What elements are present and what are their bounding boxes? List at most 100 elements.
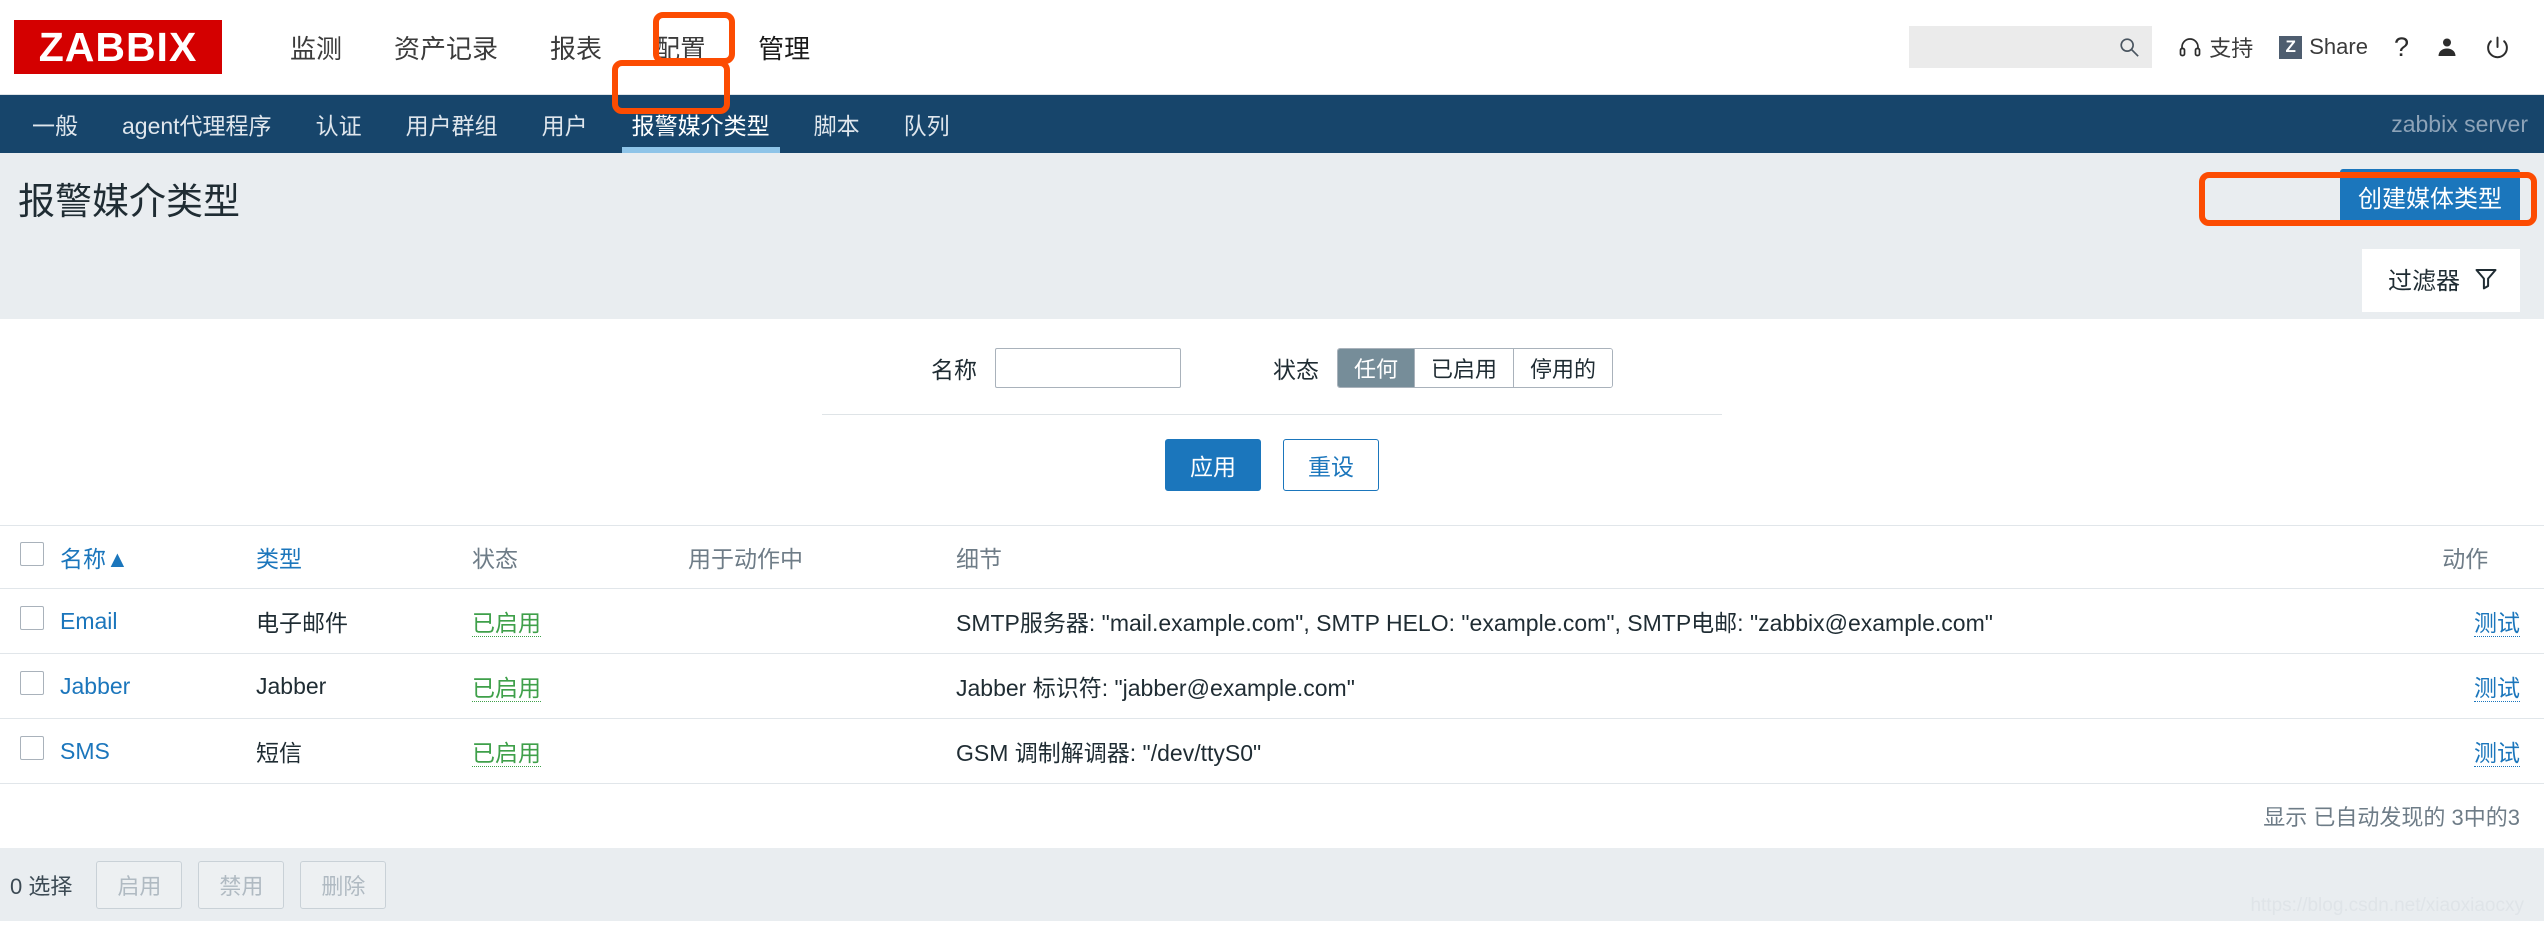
mainnav-item-reports[interactable]: 报表 — [524, 17, 628, 78]
mainnav-item-inventory[interactable]: 资产记录 — [368, 17, 524, 78]
column-header-type[interactable]: 类型 — [250, 526, 466, 589]
table-row: Jabber Jabber 已启用 Jabber 标识符: "jabber@ex… — [0, 653, 2544, 719]
test-link[interactable]: 测试 — [2474, 675, 2520, 702]
row-actions-cell: 测试 — [2436, 718, 2544, 784]
row-details-cell: Jabber 标识符: "jabber@example.com" — [950, 653, 2437, 719]
share-link[interactable]: Z Share — [2279, 34, 2368, 60]
main-navigation: 监测 资产记录 报表 配置 管理 — [264, 17, 836, 78]
media-types-table: 名称▲ 类型 状态 用于动作中 细节 动作 Email 电子邮件 已启用 SMT… — [0, 526, 2544, 784]
row-name-cell: SMS — [54, 718, 250, 784]
row-checkbox[interactable] — [20, 606, 44, 630]
subnav-item-scripts[interactable]: 脚本 — [792, 95, 882, 153]
table-row: SMS 短信 已启用 GSM 调制解调器: "/dev/ttyS0" 测试 — [0, 718, 2544, 784]
row-name-cell: Jabber — [54, 653, 250, 719]
subnav-item-queue[interactable]: 队列 — [882, 95, 972, 153]
filter-status-radio-group: 任何 已启用 停用的 — [1336, 348, 1614, 388]
page-title: 报警媒介类型 — [18, 181, 240, 222]
filter-name-label: 名称 — [930, 357, 977, 383]
row-used-in-actions-cell — [682, 588, 950, 654]
header-right-tools: 支持 Z Share ? — [1909, 26, 2510, 68]
row-status-cell: 已启用 — [466, 653, 682, 719]
search-icon[interactable] — [2118, 36, 2140, 58]
select-all-header — [0, 526, 54, 589]
mainnav-item-configuration[interactable]: 配置 — [628, 17, 732, 78]
status-badge[interactable]: 已启用 — [472, 740, 541, 767]
search-input[interactable] — [1909, 26, 2113, 68]
support-label: 支持 — [2209, 36, 2254, 61]
filter-divider — [822, 414, 1722, 415]
table-head: 名称▲ 类型 状态 用于动作中 细节 动作 — [0, 526, 2544, 589]
test-link[interactable]: 测试 — [2474, 610, 2520, 637]
page-header: 报警媒介类型 创建媒体类型 — [0, 153, 2544, 239]
global-search[interactable] — [1909, 26, 2153, 68]
row-status-cell: 已启用 — [466, 588, 682, 654]
mainnav-item-administration[interactable]: 管理 — [732, 17, 836, 78]
user-icon — [2438, 38, 2456, 56]
bulk-delete-button[interactable]: 删除 — [300, 860, 387, 909]
row-actions-cell: 测试 — [2436, 588, 2544, 654]
table-header-row: 名称▲ 类型 状态 用于动作中 细节 动作 — [0, 526, 2544, 589]
create-media-type-button[interactable]: 创建媒体类型 — [2340, 169, 2520, 224]
subnav-item-user-groups[interactable]: 用户群组 — [384, 95, 520, 153]
row-status-cell: 已启用 — [466, 718, 682, 784]
filter-fields-row: 名称 状态 任何 已启用 停用的 — [0, 348, 2544, 388]
filter-status-label: 状态 — [1272, 357, 1319, 383]
row-details-cell: GSM 调制解调器: "/dev/ttyS0" — [950, 718, 2437, 784]
subnav-item-users[interactable]: 用户 — [520, 95, 610, 153]
logout-link[interactable] — [2485, 35, 2510, 60]
filter-tab[interactable]: 过滤器 — [2362, 249, 2520, 312]
selected-count-label: 0 选择 — [10, 873, 73, 899]
select-all-checkbox[interactable] — [20, 542, 44, 566]
bulk-disable-button[interactable]: 禁用 — [198, 860, 285, 909]
server-name-label: zabbix server — [2391, 110, 2528, 137]
top-header: ZABBIX 监测 资产记录 报表 配置 管理 支持 Z Share ? — [0, 0, 2544, 95]
row-type-cell: 短信 — [250, 718, 466, 784]
status-badge[interactable]: 已启用 — [472, 675, 541, 702]
power-icon — [2487, 36, 2508, 58]
media-type-name-link[interactable]: Jabber — [60, 673, 130, 699]
filter-apply-button[interactable]: 应用 — [1165, 439, 1261, 491]
column-header-name-label: 名称 — [60, 546, 106, 572]
table-body: Email 电子邮件 已启用 SMTP服务器: "mail.example.co… — [0, 588, 2544, 784]
help-link[interactable]: ? — [2394, 32, 2409, 63]
filter-status-any[interactable]: 任何 — [1337, 349, 1415, 387]
filter-tab-zone: 过滤器 — [0, 239, 2544, 319]
question-mark-icon: ? — [2393, 31, 2409, 62]
filter-panel: 名称 状态 任何 已启用 停用的 应用 重设 — [0, 319, 2544, 513]
column-header-used-in-actions: 用于动作中 — [682, 526, 950, 589]
subnav-item-media-types[interactable]: 报警媒介类型 — [610, 95, 792, 153]
subnav-item-general[interactable]: 一般 — [10, 95, 100, 153]
filter-status-disabled[interactable]: 停用的 — [1514, 349, 1613, 387]
row-checkbox[interactable] — [20, 736, 44, 760]
sub-navigation: 一般 agent代理程序 认证 用户群组 用户 报警媒介类型 脚本 队列 zab… — [0, 95, 2544, 153]
filter-reset-button[interactable]: 重设 — [1283, 439, 1379, 491]
filter-status-enabled[interactable]: 已启用 — [1414, 349, 1514, 387]
status-badge[interactable]: 已启用 — [472, 610, 541, 637]
filter-funnel-icon — [2475, 269, 2497, 290]
watermark-text: https://blog.csdn.net/xiaoxiaocxy — [2250, 895, 2524, 916]
zabbix-logo[interactable]: ZABBIX — [14, 20, 222, 74]
test-link[interactable]: 测试 — [2474, 740, 2520, 767]
user-profile-link[interactable] — [2435, 35, 2459, 59]
subnav-item-authentication[interactable]: 认证 — [294, 95, 384, 153]
row-actions-cell: 测试 — [2436, 653, 2544, 719]
share-label: Share — [2309, 34, 2368, 59]
filter-tab-label: 过滤器 — [2388, 268, 2460, 295]
row-checkbox[interactable] — [20, 671, 44, 695]
column-header-name[interactable]: 名称▲ — [54, 526, 250, 589]
row-used-in-actions-cell — [682, 653, 950, 719]
bulk-action-bar: 0 选择 启用 禁用 删除 https://blog.csdn.net/xiao… — [0, 848, 2544, 921]
bulk-enable-button[interactable]: 启用 — [96, 860, 183, 909]
column-header-status: 状态 — [466, 526, 682, 589]
row-type-cell: Jabber — [250, 653, 466, 719]
media-type-name-link[interactable]: Email — [60, 608, 118, 634]
support-link[interactable]: 支持 — [2178, 31, 2253, 63]
column-header-details: 细节 — [950, 526, 2437, 589]
filter-name-input[interactable] — [994, 348, 1181, 388]
subnav-item-proxies[interactable]: agent代理程序 — [100, 95, 294, 153]
row-type-cell: 电子邮件 — [250, 588, 466, 654]
sort-ascending-icon: ▲ — [106, 546, 129, 572]
mainnav-item-monitoring[interactable]: 监测 — [264, 17, 368, 78]
zabbix-share-badge: Z — [2279, 35, 2303, 59]
media-type-name-link[interactable]: SMS — [60, 738, 110, 764]
